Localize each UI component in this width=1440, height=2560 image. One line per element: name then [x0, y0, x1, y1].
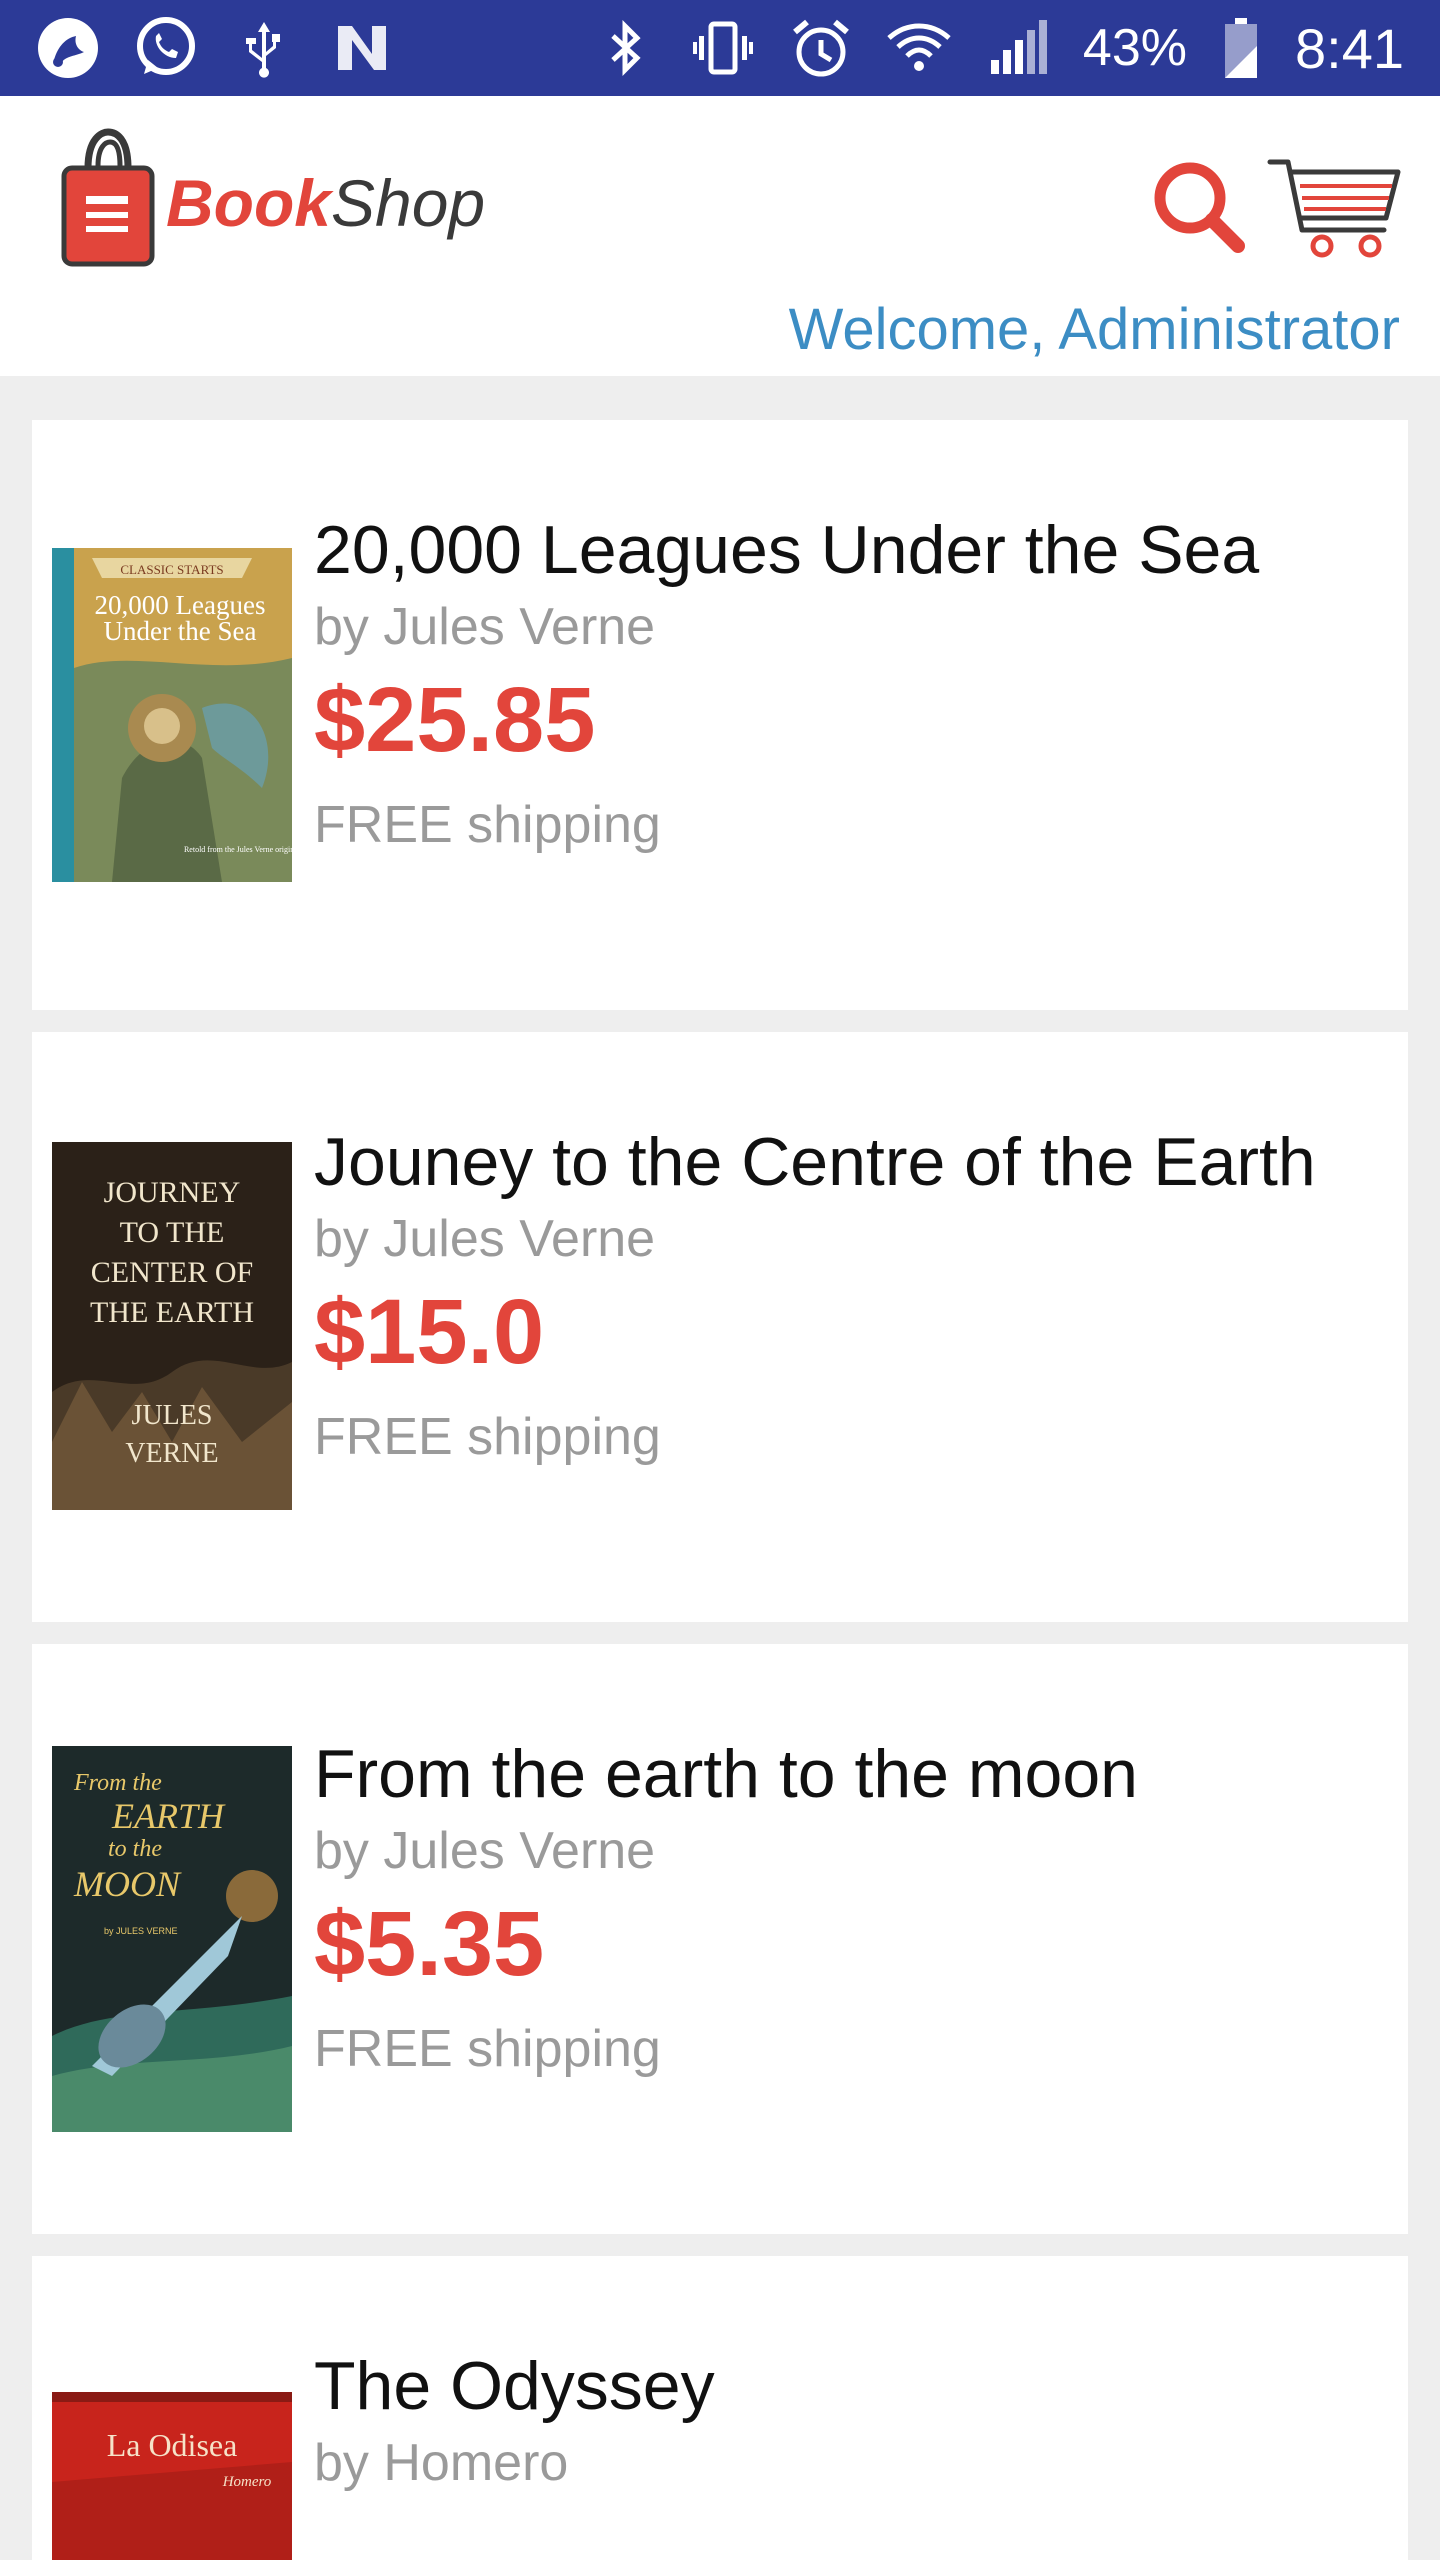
cover-title-line: EARTH — [111, 1796, 226, 1836]
whatsapp-icon — [134, 16, 198, 80]
logo-wordmark: BookShop — [166, 165, 485, 241]
cover-title-line: CENTER OF — [91, 1256, 254, 1289]
search-icon — [1154, 162, 1245, 253]
book-title[interactable]: 20,000 Leagues Under the Sea — [314, 508, 1259, 592]
battery-percentage: 43% — [1082, 19, 1187, 77]
welcome-message: Welcome, Administrator — [788, 297, 1400, 362]
book-price: $5.35 — [314, 1893, 545, 1995]
cover-title-line: to the — [108, 1836, 162, 1862]
status-bar: 43% 8:41 — [0, 0, 1440, 96]
book-cover-image: CLASSIC STARTS 20,000 Leagues Under the … — [52, 548, 292, 882]
book-card[interactable]: CLASSIC STARTS 20,000 Leagues Under the … — [32, 420, 1408, 1010]
signal-icon — [985, 16, 1049, 80]
n-icon — [330, 16, 394, 80]
book-info: Jouney to the Centre of the Earth by Jul… — [314, 1120, 1316, 1472]
book-cover-image: La Odisea Homero — [52, 2392, 292, 2560]
battery-icon — [1221, 16, 1261, 80]
vibrate-icon — [691, 16, 755, 80]
status-bar-right: 43% 8:41 — [593, 16, 1404, 81]
book-author: by Jules Verne — [314, 1210, 656, 1268]
cover-title-line: MOON — [73, 1864, 182, 1904]
app-header: BookShop Welcome, Administrator — [0, 96, 1440, 376]
cover-author-line: Homero — [222, 2474, 272, 2490]
cover-author-line: by JULES VERNE — [104, 1926, 178, 1936]
book-title[interactable]: Jouney to the Centre of the Earth — [314, 1120, 1316, 1204]
status-bar-left — [36, 16, 394, 80]
logo-book-text: Book — [166, 166, 331, 240]
cart-button[interactable] — [1266, 154, 1406, 264]
book-shipping: FREE shipping — [314, 1408, 661, 1466]
book-price: $15.0 — [314, 1281, 545, 1383]
book-card[interactable]: JOURNEY TO THE CENTER OF THE EARTH JULES… — [32, 1032, 1408, 1622]
clock: 8:41 — [1295, 16, 1404, 80]
book-info: The Odyssey by Homero — [314, 2344, 715, 2498]
book-card[interactable]: La Odisea Homero The Odyssey by Homero — [32, 2256, 1408, 2560]
book-card[interactable]: From the EARTH to the MOON by JULES VERN… — [32, 1644, 1408, 2234]
wifi-icon — [887, 16, 951, 80]
book-shipping: FREE shipping — [314, 2020, 661, 2078]
alarm-icon — [789, 16, 853, 80]
cover-title-line: From the — [73, 1770, 162, 1796]
cover-title-line: JOURNEY — [104, 1176, 241, 1209]
book-price: $25.85 — [314, 669, 596, 771]
book-title[interactable]: The Odyssey — [314, 2344, 715, 2428]
book-title[interactable]: From the earth to the moon — [314, 1732, 1138, 1816]
bluetooth-icon — [593, 16, 657, 80]
cover-title-line: La Odisea — [107, 2427, 238, 2463]
search-button[interactable] — [1150, 158, 1250, 258]
shopping-bag-icon — [61, 128, 155, 267]
logo-shop-text: Shop — [331, 166, 486, 240]
book-author: by Jules Verne — [314, 598, 656, 656]
cover-title-line: Under the Sea — [104, 616, 257, 646]
usb-icon — [232, 16, 296, 80]
book-info: 20,000 Leagues Under the Sea by Jules Ve… — [314, 508, 1259, 860]
cover-title-line: THE EARTH — [90, 1296, 254, 1329]
book-cover-image: JOURNEY TO THE CENTER OF THE EARTH JULES… — [52, 1142, 292, 1510]
book-cover-image: From the EARTH to the MOON by JULES VERN… — [52, 1746, 292, 2132]
book-author: by Homero — [314, 2434, 569, 2492]
app-notification-icon — [36, 16, 100, 80]
shopping-cart-icon — [1267, 159, 1401, 258]
cover-title-line: TO THE — [120, 1216, 225, 1249]
cover-series-text: CLASSIC STARTS — [120, 562, 223, 577]
book-info: From the earth to the moon by Jules Vern… — [314, 1732, 1138, 2084]
book-shipping: FREE shipping — [314, 796, 661, 854]
cover-author-line: JULES — [132, 1400, 213, 1431]
bookshop-logo[interactable]: BookShop — [58, 128, 485, 268]
cover-author-line: VERNE — [125, 1438, 218, 1469]
book-author: by Jules Verne — [314, 1822, 656, 1880]
cover-footer-text: Retold from the Jules Verne original — [184, 845, 292, 854]
